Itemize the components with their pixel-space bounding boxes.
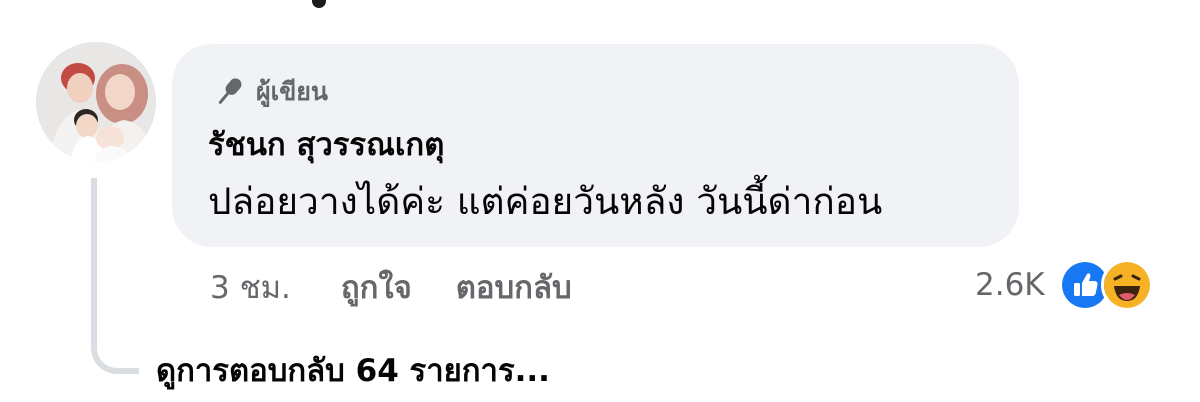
comment-timestamp[interactable]: 3 ชม.	[210, 262, 291, 312]
comment-bubble: ผู้เขียน รัชนก สุวรรณเกตุ ปล่อยวางได้ค่ะ…	[172, 44, 1019, 247]
avatar[interactable]	[36, 42, 156, 162]
author-badge: ผู้เขียน	[212, 74, 328, 110]
view-replies-link[interactable]: ดูการตอบกลับ 64 รายการ...	[156, 350, 550, 392]
reaction-count: 2.6K	[975, 267, 1045, 303]
reaction-summary[interactable]: 2.6K	[975, 259, 1153, 311]
cut-off-text-fragment	[312, 0, 326, 8]
reply-thread-line	[91, 178, 139, 374]
comment-actions: 3 ชม. ถูกใจ ตอบกลับ	[210, 264, 572, 310]
reply-button[interactable]: ตอบกลับ	[456, 262, 572, 312]
microphone-icon	[218, 78, 242, 104]
comment-text: ปล่อยวางได้ค่ะ แต่ค่อยวันหลัง วันนี้ด่าก…	[208, 180, 883, 223]
haha-reaction-icon	[1100, 259, 1153, 311]
author-badge-label: ผู้เขียน	[256, 77, 329, 106]
author-name[interactable]: รัชนก สุวรรณเกตุ	[208, 124, 444, 166]
like-button[interactable]: ถูกใจ	[341, 262, 412, 312]
